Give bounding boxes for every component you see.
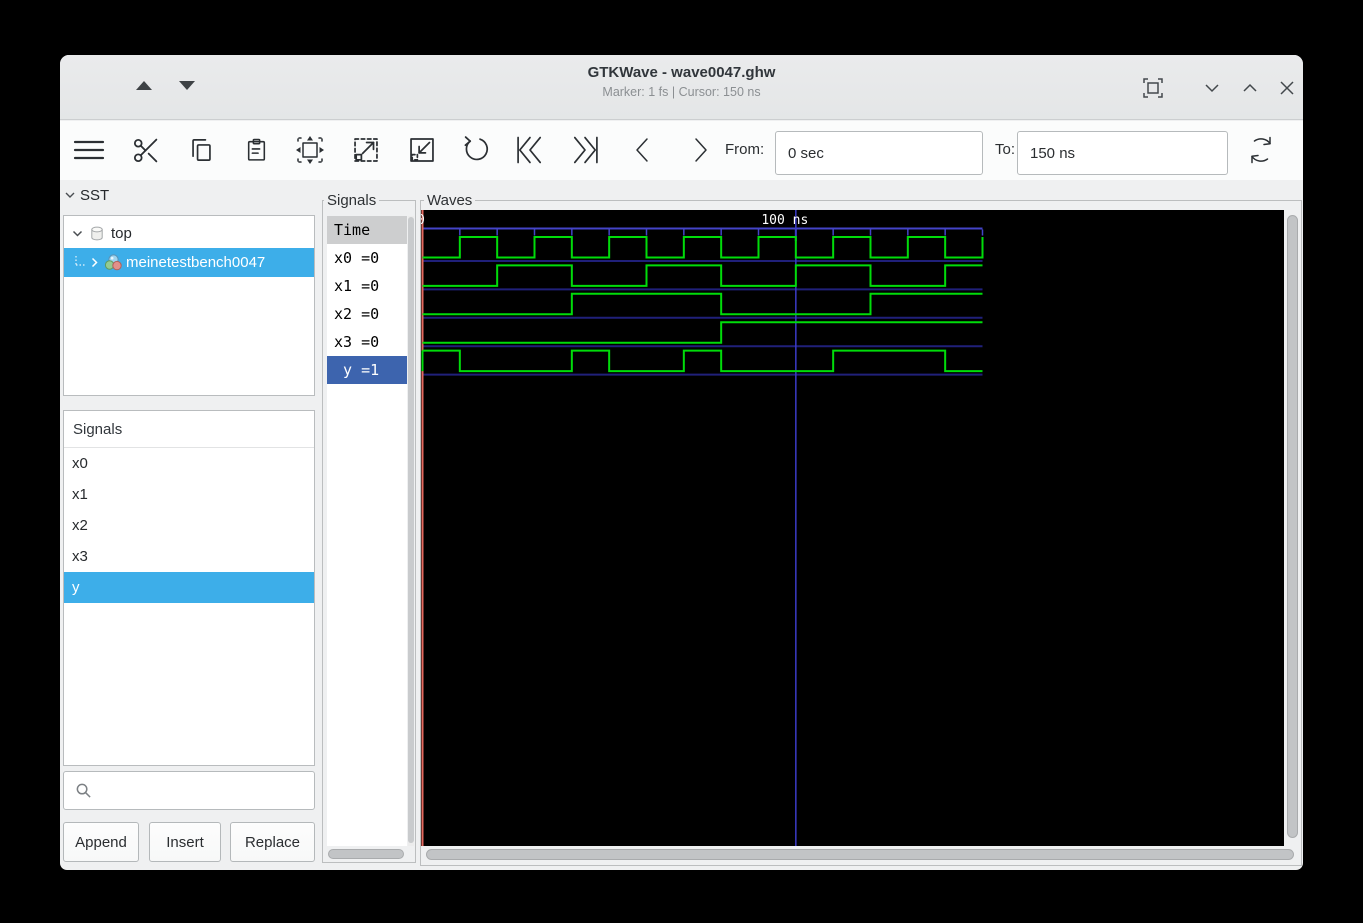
menu-icon[interactable] bbox=[73, 134, 105, 166]
step-left-icon[interactable] bbox=[627, 134, 659, 166]
wave-canvas[interactable]: 0 100 ns bbox=[421, 210, 1284, 846]
from-input[interactable] bbox=[775, 131, 983, 175]
waves-vscrollbar[interactable] bbox=[1287, 215, 1298, 838]
tree-item-label: meinetestbench0047 bbox=[126, 254, 266, 271]
tree-item-top[interactable]: top bbox=[64, 219, 314, 248]
sst-tree: top meinetestbench0047 bbox=[63, 215, 315, 396]
svg-text:0: 0 bbox=[421, 213, 425, 228]
roll-up-icon[interactable] bbox=[1237, 75, 1263, 101]
trace-panel-hscrollbar[interactable] bbox=[328, 849, 404, 859]
trace-name-row-2[interactable]: x2 =0 bbox=[327, 300, 407, 328]
time-header[interactable]: Time bbox=[327, 216, 407, 244]
waves-frame-label: Waves bbox=[424, 193, 476, 208]
titlebar: GTKWave - wave0047.ghw Marker: 1 fs | Cu… bbox=[60, 55, 1303, 120]
append-button[interactable]: Append bbox=[63, 822, 139, 862]
trace-panel-vscrollbar[interactable] bbox=[408, 216, 414, 846]
zoom-out-icon[interactable] bbox=[407, 135, 437, 165]
search-icon bbox=[76, 783, 91, 798]
title-box: GTKWave - wave0047.ghw Marker: 1 fs | Cu… bbox=[60, 64, 1303, 99]
signal-list-item-x3[interactable]: x3 bbox=[64, 541, 314, 572]
signal-search-field[interactable] bbox=[63, 771, 315, 810]
replace-button[interactable]: Replace bbox=[230, 822, 315, 862]
signal-list-item-x2[interactable]: x2 bbox=[64, 510, 314, 541]
chevron-right-icon bbox=[89, 257, 100, 268]
signals-frame-label: Signals bbox=[324, 193, 380, 208]
signal-list-header: Signals bbox=[64, 411, 314, 448]
screen-background: GTKWave - wave0047.ghw Marker: 1 fs | Cu… bbox=[0, 0, 1363, 923]
tree-item-label: top bbox=[111, 225, 132, 242]
chevron-down-icon bbox=[72, 228, 83, 239]
signal-search-list: Signals x0 x1 x2 x3 y bbox=[63, 410, 315, 766]
to-label: To: bbox=[995, 141, 1016, 158]
trace-name-row-0[interactable]: x0 =0 bbox=[327, 244, 407, 272]
insert-button[interactable]: Insert bbox=[149, 822, 221, 862]
sst-expander[interactable]: SST bbox=[64, 186, 109, 204]
signal-list-item-x1[interactable]: x1 bbox=[64, 479, 314, 510]
window-title: GTKWave - wave0047.ghw bbox=[587, 64, 776, 81]
to-input[interactable] bbox=[1017, 131, 1228, 175]
close-icon[interactable] bbox=[1274, 75, 1300, 101]
to-start-icon[interactable] bbox=[513, 133, 547, 167]
marker-cursor-status: Marker: 1 fs | Cursor: 150 ns bbox=[602, 85, 761, 99]
roll-down-icon[interactable] bbox=[1199, 75, 1225, 101]
zoom-toggle-icon[interactable] bbox=[1140, 75, 1166, 101]
sst-label: SST bbox=[80, 186, 110, 204]
toolbar: From: To: bbox=[60, 121, 1303, 180]
trace-name-row-4[interactable]: y =1 bbox=[327, 356, 407, 384]
zoom-in-icon[interactable] bbox=[351, 135, 381, 165]
search-input[interactable] bbox=[98, 772, 314, 809]
cut-icon[interactable] bbox=[131, 136, 160, 165]
undo-icon[interactable] bbox=[461, 135, 491, 165]
tree-item-meinetestbench0047[interactable]: meinetestbench0047 bbox=[64, 248, 314, 277]
paste-icon[interactable] bbox=[244, 136, 269, 164]
reload-icon[interactable] bbox=[1245, 134, 1277, 166]
waveform-plot: 0 100 ns bbox=[421, 210, 984, 846]
trace-name-row-1[interactable]: x1 =0 bbox=[327, 272, 407, 300]
step-right-icon[interactable] bbox=[684, 134, 716, 166]
trace-name-panel: Time x0 =0 x1 =0 x2 =0 x3 =0 y =1 bbox=[327, 216, 407, 846]
svg-text:100 ns: 100 ns bbox=[761, 213, 808, 228]
to-end-icon[interactable] bbox=[568, 133, 602, 167]
zoom-fit-icon[interactable] bbox=[294, 134, 326, 166]
module-spheres-icon bbox=[104, 254, 123, 271]
chevron-down-icon bbox=[65, 192, 75, 198]
trace-name-row-3[interactable]: x3 =0 bbox=[327, 328, 407, 356]
signal-list-item-y[interactable]: y bbox=[64, 572, 314, 603]
gtkwave-window: GTKWave - wave0047.ghw Marker: 1 fs | Cu… bbox=[60, 55, 1303, 870]
tree-guide-dots bbox=[75, 255, 87, 270]
signal-list-item-x0[interactable]: x0 bbox=[64, 448, 314, 479]
waves-hscrollbar[interactable] bbox=[426, 849, 1294, 860]
from-label: From: bbox=[725, 141, 765, 158]
copy-icon[interactable] bbox=[188, 136, 215, 164]
hierarchy-cylinder-icon bbox=[89, 225, 105, 242]
